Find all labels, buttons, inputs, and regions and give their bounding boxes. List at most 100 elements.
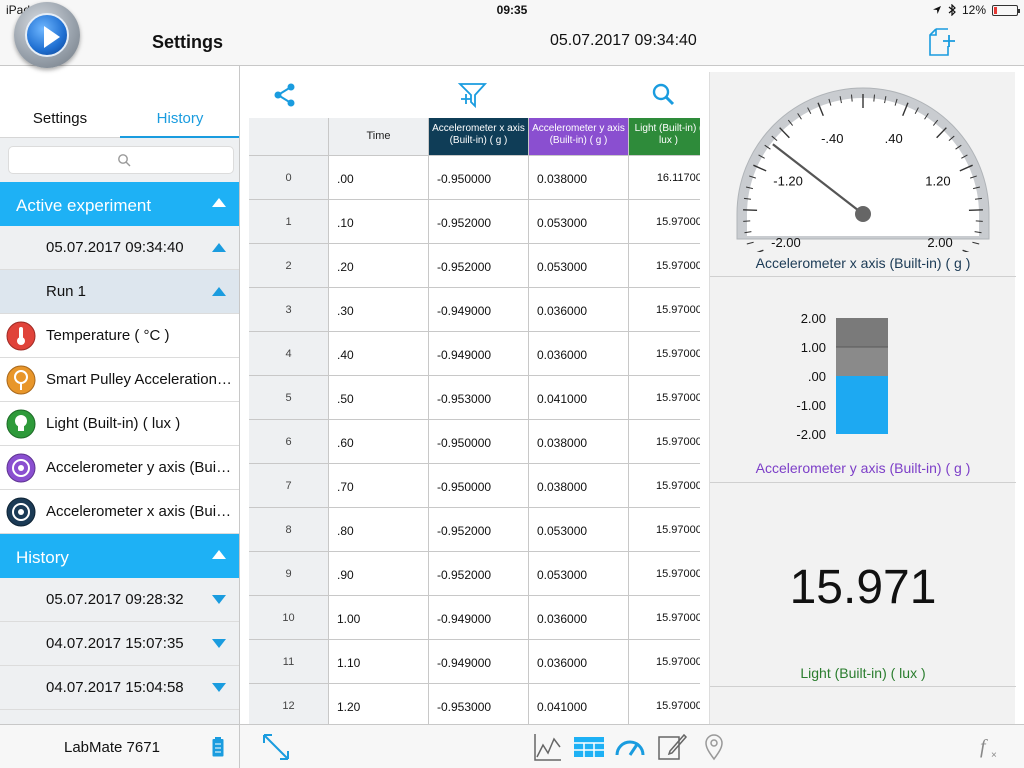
- table-cell: 15.970000: [629, 332, 700, 376]
- table-row[interactable]: 121.20-0.9530000.04100015.970000: [249, 684, 700, 724]
- sensor-row-accel-x[interactable]: Accelerometer x axis (Built-in) ( g ): [0, 490, 239, 534]
- table-row[interactable]: 1.10-0.9520000.05300015.970000: [249, 200, 700, 244]
- table-cell: 15.970000: [629, 684, 700, 724]
- table-row[interactable]: 0.00-0.9500000.03800016.117000: [249, 156, 700, 200]
- gauge-tick: [873, 94, 875, 102]
- table-row[interactable]: 2.20-0.9520000.05300015.970000: [249, 244, 700, 288]
- row-index-cell: 2: [249, 244, 329, 288]
- analog-gauge: -2.00 -1.20 -.40 .40 1.20 2.00: [736, 87, 990, 252]
- table-cell: .90: [329, 552, 429, 596]
- chevron-down-icon: [212, 595, 226, 604]
- search-area: [0, 138, 239, 182]
- session-row[interactable]: 05.07.2017 09:34:40: [0, 226, 239, 270]
- history-item-label: 04.07.2017 15:07:35: [46, 635, 184, 652]
- table-cell: 15.970000: [629, 376, 700, 420]
- meter-view-icon[interactable]: [614, 731, 646, 763]
- column-header[interactable]: Time: [329, 118, 429, 156]
- history-item-partial[interactable]: [0, 710, 239, 724]
- active-experiment-label: Active experiment: [16, 196, 152, 215]
- history-item[interactable]: 05.07.2017 09:28:32: [0, 578, 239, 622]
- share-icon[interactable]: [273, 82, 297, 108]
- new-document-icon[interactable]: [928, 26, 958, 58]
- gauge-tick: [746, 241, 754, 245]
- search-icon[interactable]: [651, 82, 675, 108]
- column-header-index[interactable]: [249, 118, 329, 156]
- history-item[interactable]: 04.07.2017 15:07:35: [0, 622, 239, 666]
- battery-icon: [212, 737, 224, 757]
- location-pin-icon[interactable]: [698, 731, 730, 763]
- sidebar-tabs: Settings History: [0, 66, 239, 138]
- table-row[interactable]: 8.80-0.9520000.05300015.970000: [249, 508, 700, 552]
- data-table-area: Time Accelerometer x axis (Built-in) ( g …: [249, 72, 700, 724]
- table-row[interactable]: 3.30-0.9490000.03600015.970000: [249, 288, 700, 332]
- table-row[interactable]: 101.00-0.9490000.03600015.970000: [249, 596, 700, 640]
- gauge-tick-label: -.40: [821, 131, 843, 146]
- location-arrow-icon: [932, 6, 941, 14]
- table-cell: .00: [329, 156, 429, 200]
- history-header[interactable]: History: [0, 534, 239, 578]
- table-cell: -0.952000: [429, 244, 529, 288]
- page-title: Settings: [152, 32, 224, 52]
- table-header: Time Accelerometer x axis (Built-in) ( g …: [249, 118, 700, 156]
- row-index-cell: 1: [249, 200, 329, 244]
- expand-icon[interactable]: [260, 731, 292, 763]
- chevron-down-icon: [212, 639, 226, 648]
- sensor-row-accel-y[interactable]: Accelerometer y axis (Built-in) ( g ): [0, 446, 239, 490]
- table-row[interactable]: 9.90-0.9520000.05300015.970000: [249, 552, 700, 596]
- app-logo[interactable]: [14, 2, 80, 68]
- sensor-label: Temperature ( °C ): [46, 327, 170, 344]
- table-row[interactable]: 4.40-0.9490000.03600015.970000: [249, 332, 700, 376]
- tab-settings[interactable]: Settings: [0, 110, 120, 127]
- gauge-tick: [962, 249, 970, 252]
- history-item[interactable]: 04.07.2017 15:04:58: [0, 666, 239, 710]
- session-datetime: 05.07.2017 09:34:40: [550, 32, 697, 49]
- panel-divider: [710, 686, 1016, 687]
- history-item-label: 05.07.2017 09:28:32: [46, 591, 184, 608]
- search-input[interactable]: [8, 146, 234, 174]
- accelerometer-icon: [6, 453, 36, 483]
- active-experiment-header[interactable]: Active experiment: [0, 182, 239, 226]
- table-cell: -0.949000: [429, 332, 529, 376]
- bar-meter-label: Accelerometer y axis (Built-in) ( g ): [755, 460, 971, 476]
- run-row[interactable]: Run 1: [0, 270, 239, 314]
- table-row[interactable]: 7.70-0.9500000.03800015.970000: [249, 464, 700, 508]
- table-row[interactable]: 111.10-0.9490000.03600015.970000: [249, 640, 700, 684]
- accelerometer-icon: [6, 497, 36, 527]
- table-cell: 1.20: [329, 684, 429, 724]
- notes-edit-icon[interactable]: [656, 731, 688, 763]
- table-cell: -0.952000: [429, 508, 529, 552]
- table-cell: .20: [329, 244, 429, 288]
- gauge-label: Accelerometer x axis (Built-in) ( g ): [755, 255, 971, 271]
- digital-readout-label: Light (Built-in) ( lux ): [800, 665, 926, 681]
- gauge-tick: [972, 241, 980, 245]
- column-header[interactable]: Accelerometer x axis (Built-in) ( g ): [429, 118, 529, 156]
- tab-history[interactable]: History: [120, 110, 239, 127]
- chevron-up-icon: [212, 287, 226, 296]
- row-index-cell: 10: [249, 596, 329, 640]
- table-view-icon[interactable]: [573, 731, 605, 763]
- device-name: LabMate 7671: [64, 739, 160, 756]
- function-icon[interactable]: f ×: [976, 731, 1008, 763]
- table-cell: .60: [329, 420, 429, 464]
- column-header[interactable]: Accelerometer y axis (Built-in) ( g ): [529, 118, 629, 156]
- table-row[interactable]: 6.60-0.9500000.03800015.970000: [249, 420, 700, 464]
- table-cell: 15.970000: [629, 464, 700, 508]
- gauge-tick: [756, 249, 764, 252]
- chevron-up-icon: [212, 198, 226, 207]
- sensor-row-light[interactable]: Light (Built-in) ( lux ): [0, 402, 239, 446]
- sensor-label: Accelerometer x axis (Built-in) ( g ): [46, 503, 234, 520]
- table-cell: 0.041000: [529, 684, 629, 724]
- sidebar: Settings History Active experiment 05.07…: [0, 66, 240, 724]
- table-cell: 0.041000: [529, 376, 629, 420]
- sensor-row-smart-pulley[interactable]: Smart Pulley Acceleration ( m/s² ): [0, 358, 239, 402]
- filter-add-icon[interactable]: [457, 80, 489, 110]
- graph-view-icon[interactable]: [532, 731, 564, 763]
- column-header[interactable]: Light (Built-in) ( lux ): [629, 118, 700, 156]
- table-cell: 15.970000: [629, 596, 700, 640]
- table-row[interactable]: 5.50-0.9530000.04100015.970000: [249, 376, 700, 420]
- row-index-cell: 3: [249, 288, 329, 332]
- app-root: iPad 09:35 12% Settings 05.07.2017 09:34…: [0, 0, 1024, 768]
- bar-meter: 2.00 1.00 .00 -1.00 -2.00: [796, 311, 888, 442]
- panel-divider: [710, 482, 1016, 483]
- sensor-row-temperature[interactable]: Temperature ( °C ): [0, 314, 239, 358]
